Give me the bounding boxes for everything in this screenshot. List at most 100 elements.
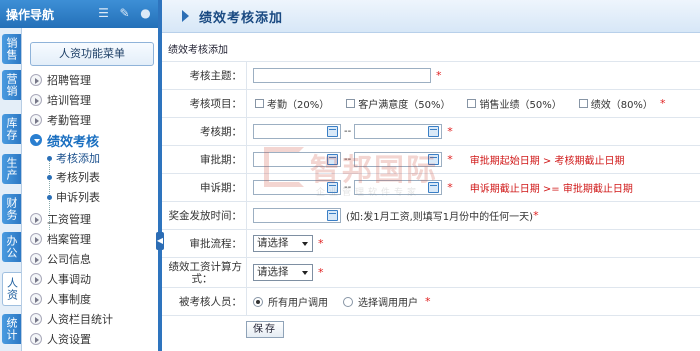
bonus-hint: (如:发1月工资,则填写1月份中的任何一天): [346, 212, 534, 223]
tab-inventory[interactable]: 库存: [2, 114, 21, 144]
user-icon[interactable]: ●: [139, 7, 152, 20]
row-staff: 被考核人员： 所有用户调用 选择调用用户 *: [162, 288, 700, 316]
calendar-icon[interactable]: [327, 154, 338, 165]
required-mark: *: [436, 69, 442, 82]
menu-item-payroll[interactable]: 工资管理: [30, 211, 91, 227]
nav-title: 操作导航: [6, 7, 55, 22]
hr-menu-panel: 人资功能菜单 招聘管理 培训管理 考勤管理 绩效考核 考核添加 考核列表 申诉列…: [22, 28, 158, 351]
required-mark: *: [318, 266, 324, 279]
arrow-right-icon: [182, 10, 189, 22]
list-icon[interactable]: ☰: [97, 7, 110, 20]
chevron-right-icon: [30, 273, 42, 285]
checkbox[interactable]: [467, 99, 477, 108]
row-subject: 考核主题： *: [162, 62, 700, 90]
form-area: 绩效考核添加 考核主题： * 考核项目： 考勤（20%） 客户满意度（50%） …: [162, 33, 700, 351]
tab-statistics[interactable]: 统计: [2, 314, 21, 344]
chevron-right-icon: [30, 253, 42, 265]
option-label: 选择调用用户: [358, 298, 418, 309]
appeal-start-date[interactable]: [253, 180, 341, 195]
menu-item-training[interactable]: 培训管理: [30, 92, 91, 108]
menu-item-archives[interactable]: 档案管理: [30, 231, 91, 247]
item-satisfaction-option[interactable]: 客户满意度（50%）: [344, 96, 450, 111]
menu-item-label: 人资栏目统计: [47, 313, 113, 326]
wrench-icon[interactable]: ✎: [118, 7, 131, 20]
range-separator: --: [344, 154, 352, 165]
period-start-date[interactable]: [253, 124, 341, 139]
calendar-icon[interactable]: [327, 126, 338, 137]
item-performance-option[interactable]: 绩效（80%）: [577, 96, 653, 111]
formula-label-line-2: 式：: [191, 272, 213, 285]
calendar-icon[interactable]: [327, 182, 338, 193]
menu-item-label: 培训管理: [47, 94, 91, 107]
hr-menu-button[interactable]: 人资功能菜单: [30, 42, 154, 66]
menu-item-policy[interactable]: 人事制度: [30, 291, 91, 307]
radio-button[interactable]: [343, 296, 353, 307]
approval-start-date[interactable]: [253, 152, 341, 167]
category-tabs: 销售 营销 库存 生产 财务 办公 人资 统计: [0, 28, 22, 351]
chevron-down-icon: [30, 134, 42, 146]
row-approval-period: 审批期： -- * 审批期起始日期 > 考核期截止日期: [162, 146, 700, 174]
option-label: 销售业绩（50%）: [479, 100, 562, 111]
bonus-date[interactable]: [253, 208, 341, 223]
calendar-icon[interactable]: [327, 210, 338, 221]
formula-label: 绩效工资计算方 式：: [162, 258, 247, 287]
menu-item-company-info[interactable]: 公司信息: [30, 251, 91, 267]
menu-item-recruitment[interactable]: 招聘管理: [30, 72, 91, 88]
appeal-end-date[interactable]: [354, 180, 443, 195]
calendar-icon[interactable]: [428, 182, 440, 193]
checkbox[interactable]: [578, 99, 588, 108]
save-button[interactable]: 保存: [246, 321, 284, 338]
tab-sales[interactable]: 销售: [2, 34, 21, 64]
sub-item-add-review[interactable]: 考核添加: [47, 152, 100, 166]
menu-item-hr-settings[interactable]: 人资设置: [30, 331, 91, 347]
staff-all-option[interactable]: 所有用户调用: [253, 294, 328, 309]
approval-end-date[interactable]: [354, 152, 443, 167]
period-end-date[interactable]: [354, 124, 443, 139]
content-header: 绩效考核添加: [162, 0, 700, 33]
appeal-period-label: 申诉期：: [162, 174, 247, 201]
menu-item-hr-statistics[interactable]: 人资栏目统计: [30, 311, 113, 327]
calendar-icon[interactable]: [428, 154, 440, 165]
item-attendance-option[interactable]: 考勤（20%）: [253, 96, 329, 111]
approval-period-label: 审批期：: [162, 146, 247, 173]
flow-select[interactable]: 请选择: [253, 235, 313, 252]
sub-item-appeal-list[interactable]: 申诉列表: [47, 191, 100, 205]
formula-select[interactable]: 请选择: [253, 264, 313, 281]
option-label: 客户满意度（50%）: [358, 100, 451, 111]
subject-input[interactable]: [253, 68, 431, 83]
menu-item-label: 招聘管理: [47, 74, 91, 87]
menu-item-label: 档案管理: [47, 233, 91, 246]
period-label: 考核期：: [162, 118, 247, 145]
menu-item-label: 考勤管理: [47, 114, 91, 127]
staff-select-option[interactable]: 选择调用用户: [343, 294, 418, 309]
tab-production[interactable]: 生产: [2, 154, 21, 184]
menu-item-label: 人资设置: [47, 333, 91, 346]
tab-marketing[interactable]: 营销: [2, 70, 21, 100]
chevron-right-icon: [30, 333, 42, 345]
tab-office[interactable]: 办公: [2, 232, 21, 262]
required-mark: *: [659, 97, 666, 110]
checkbox[interactable]: [255, 99, 264, 108]
sub-item-review-list[interactable]: 考核列表: [47, 171, 100, 185]
required-mark: *: [447, 181, 453, 194]
calendar-icon[interactable]: [428, 126, 440, 137]
checkbox[interactable]: [346, 99, 356, 108]
tab-hr[interactable]: 人资: [2, 272, 21, 306]
nav-icons: ☰ ✎ ●: [97, 7, 152, 20]
menu-item-label: 绩效考核: [47, 134, 100, 150]
menu-item-transfer[interactable]: 人事调动: [30, 271, 91, 287]
staff-label: 被考核人员：: [162, 288, 247, 315]
row-flow: 审批流程： 请选择 *: [162, 230, 700, 258]
required-mark: *: [447, 153, 453, 166]
page-title: 绩效考核添加: [199, 10, 284, 26]
radio-button[interactable]: [253, 296, 263, 307]
chevron-right-icon: [30, 94, 42, 106]
row-items: 考核项目： 考勤（20%） 客户满意度（50%） 销售业绩（50%） 绩效（80…: [162, 90, 700, 118]
menu-item-attendance[interactable]: 考勤管理: [30, 112, 91, 128]
option-label: 绩效（80%）: [590, 100, 653, 111]
item-sales-option[interactable]: 销售业绩（50%）: [465, 96, 562, 111]
menu-item-performance[interactable]: 绩效考核: [30, 132, 100, 150]
menu-item-label: 人事制度: [47, 293, 91, 306]
tab-finance[interactable]: 财务: [2, 194, 21, 224]
subject-label: 考核主题：: [162, 62, 247, 89]
